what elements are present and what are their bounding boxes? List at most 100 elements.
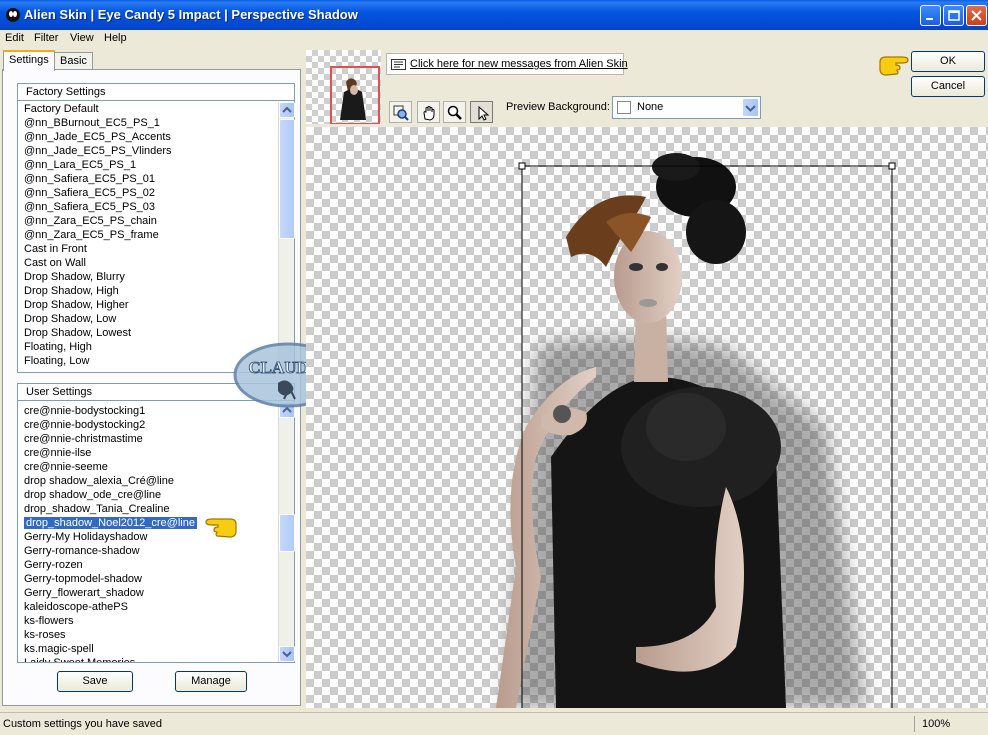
- list-item[interactable]: Drop Shadow, Higher: [18, 298, 277, 312]
- save-button[interactable]: Save: [57, 671, 133, 692]
- list-item[interactable]: Cast in Front: [18, 242, 277, 256]
- maximize-button[interactable]: [943, 5, 964, 26]
- list-item-label: Drop Shadow, Blurry: [24, 271, 125, 283]
- list-item[interactable]: Drop Shadow, Blurry: [18, 270, 277, 284]
- list-item-label: @nn_Jade_EC5_PS_Accents: [24, 131, 171, 143]
- list-item-label: kaleidoscope-athePS: [24, 601, 128, 613]
- list-item[interactable]: @nn_Safiera_EC5_PS_02: [18, 186, 277, 200]
- close-icon: [971, 10, 982, 21]
- list-item[interactable]: Gerry_flowerart_shadow: [18, 586, 277, 600]
- chevron-down-icon: [745, 105, 756, 112]
- color-swatch: [617, 101, 631, 114]
- list-item[interactable]: Drop Shadow, Low: [18, 312, 277, 326]
- tab-settings[interactable]: Settings: [3, 50, 55, 71]
- user-settings-list[interactable]: cre@nnie-bodystocking1 cre@nnie-bodystock…: [18, 404, 277, 662]
- list-item-selected[interactable]: drop_shadow_Noel2012_cre@line: [18, 516, 277, 530]
- list-item-label: Laidy Sweet Memories: [24, 657, 135, 662]
- menu-filter[interactable]: Filter: [29, 31, 63, 46]
- pointer-icon: [478, 105, 490, 121]
- list-item-label: Cast in Front: [24, 243, 87, 255]
- zoom-preview-tool[interactable]: [389, 101, 412, 123]
- scroll-up-button[interactable]: [279, 102, 295, 118]
- user-settings-group: User Settings cre@nnie-bodystocking1 cre@…: [17, 383, 295, 663]
- list-item[interactable]: @nn_Lara_EC5_PS_1: [18, 158, 277, 172]
- list-item[interactable]: cre@nnie-seeme: [18, 460, 277, 474]
- scroll-thumb[interactable]: [279, 514, 295, 552]
- list-item-label: ks-flowers: [24, 615, 74, 627]
- list-item[interactable]: Factory Default: [18, 102, 277, 116]
- list-item[interactable]: ks-roses: [18, 628, 277, 642]
- list-item[interactable]: drop shadow_alexia_Cré@line: [18, 474, 277, 488]
- list-item-label: @nn_Lara_EC5_PS_1: [24, 159, 137, 171]
- messages-link[interactable]: Click here for new messages from Alien S…: [386, 53, 628, 75]
- list-item-label: Gerry-romance-shadow: [24, 545, 140, 557]
- message-icon: [391, 59, 406, 70]
- list-item[interactable]: cre@nnie-christmastime: [18, 432, 277, 446]
- scroll-thumb[interactable]: [279, 119, 295, 239]
- status-bar: Custom settings you have saved 100%: [0, 712, 988, 735]
- list-item[interactable]: kaleidoscope-athePS: [18, 600, 277, 614]
- list-item[interactable]: Laidy Sweet Memories: [18, 656, 277, 662]
- list-item[interactable]: Gerry-rozen: [18, 558, 277, 572]
- chevron-down-icon: [282, 651, 292, 658]
- list-item[interactable]: @nn_Zara_EC5_PS_frame: [18, 228, 277, 242]
- messages-link-text[interactable]: Click here for new messages from Alien S…: [410, 58, 628, 70]
- list-item-label: Drop Shadow, Low: [24, 313, 117, 325]
- list-item-label: cre@nnie-ilse: [24, 447, 92, 459]
- list-item-label: Cast on Wall: [24, 257, 86, 269]
- hand-tool[interactable]: [417, 101, 440, 123]
- zoom-tool[interactable]: [443, 101, 466, 123]
- list-item[interactable]: drop shadow_ode_cre@line: [18, 488, 277, 502]
- list-item[interactable]: Gerry-romance-shadow: [18, 544, 277, 558]
- list-item-label: cre@nnie-seeme: [24, 461, 108, 473]
- list-item[interactable]: ks.magic-spell: [18, 642, 277, 656]
- list-item-label: drop shadow_alexia_Cré@line: [24, 475, 174, 487]
- list-item[interactable]: @nn_Safiera_EC5_PS_01: [18, 172, 277, 186]
- list-item[interactable]: cre@nnie-bodystocking2: [18, 418, 277, 432]
- list-item[interactable]: @nn_BBurnout_EC5_PS_1: [18, 116, 277, 130]
- list-item[interactable]: Drop Shadow, Lowest: [18, 326, 277, 340]
- list-item[interactable]: Gerry-My Holidayshadow: [18, 530, 277, 544]
- chevron-up-icon: [282, 106, 292, 113]
- preview-canvas[interactable]: [306, 127, 988, 708]
- list-item[interactable]: @nn_Safiera_EC5_PS_03: [18, 200, 277, 214]
- list-item[interactable]: drop_shadow_Tania_Crealine: [18, 502, 277, 516]
- factory-settings-group: Factory Settings Factory Default @nn_BBur…: [17, 83, 295, 373]
- status-text: Custom settings you have saved: [3, 718, 162, 730]
- navigator-thumbnail[interactable]: [306, 50, 381, 124]
- list-item[interactable]: Gerry-topmodel-shadow: [18, 572, 277, 586]
- user-scrollbar[interactable]: [278, 402, 295, 662]
- ok-button[interactable]: OK: [911, 51, 985, 72]
- list-item[interactable]: ks-flowers: [18, 614, 277, 628]
- list-item-label: Floating, Low: [24, 355, 90, 367]
- list-item-label: @nn_Zara_EC5_PS_frame: [24, 229, 159, 241]
- preview-background-select[interactable]: None: [612, 96, 761, 119]
- app-icon: [6, 8, 20, 22]
- list-item-label: Drop Shadow, Lowest: [24, 327, 132, 339]
- factory-settings-list[interactable]: Factory Default @nn_BBurnout_EC5_PS_1 @nn_…: [18, 102, 277, 372]
- list-item-label: drop_shadow_Tania_Crealine: [24, 503, 170, 515]
- menu-help[interactable]: Help: [99, 31, 132, 46]
- list-item-label: drop_shadow_Noel2012_cre@line: [24, 517, 197, 529]
- factory-scrollbar[interactable]: [278, 102, 295, 372]
- scroll-down-button[interactable]: [279, 646, 295, 662]
- close-button[interactable]: [966, 5, 987, 26]
- list-item[interactable]: Drop Shadow, High: [18, 284, 277, 298]
- pointer-tool[interactable]: [470, 101, 493, 123]
- list-item[interactable]: @nn_Zara_EC5_PS_chain: [18, 214, 277, 228]
- list-item[interactable]: Cast on Wall: [18, 256, 277, 270]
- dropdown-button[interactable]: [742, 98, 759, 117]
- maximize-icon: [948, 10, 960, 21]
- title-bar: Alien Skin | Eye Candy 5 Impact | Perspe…: [0, 0, 988, 30]
- list-item-label: Drop Shadow, Higher: [24, 299, 129, 311]
- list-item[interactable]: @nn_Jade_EC5_PS_Accents: [18, 130, 277, 144]
- list-item-label: Gerry-rozen: [24, 559, 83, 571]
- list-item[interactable]: cre@nnie-ilse: [18, 446, 277, 460]
- list-item[interactable]: @nn_Jade_EC5_PS_Vlinders: [18, 144, 277, 158]
- minimize-button[interactable]: [920, 5, 941, 26]
- menu-view[interactable]: View: [65, 31, 99, 46]
- list-item-label: Factory Default: [24, 103, 99, 115]
- menu-edit[interactable]: Edit: [0, 31, 29, 46]
- cancel-button[interactable]: Cancel: [911, 76, 985, 97]
- manage-button[interactable]: Manage: [175, 671, 247, 692]
